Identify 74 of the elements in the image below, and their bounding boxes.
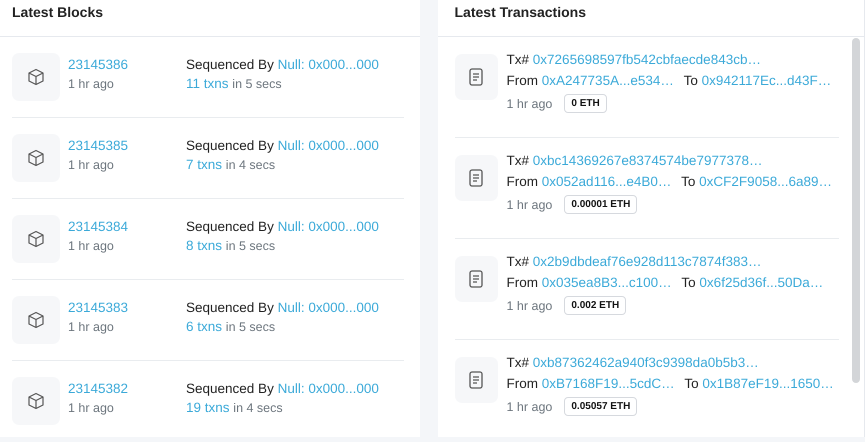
from-label: From: [506, 174, 538, 189]
document-icon: [469, 68, 483, 86]
tx-age: 1 hr ago: [506, 198, 552, 212]
txns-link[interactable]: 7 txns: [186, 157, 222, 172]
block-number-link[interactable]: 23145384: [68, 219, 186, 234]
block-number-link[interactable]: 23145382: [68, 381, 186, 396]
document-icon: [469, 169, 483, 187]
block-age: 1 hr ago: [68, 320, 115, 334]
tx-label: Tx#: [506, 254, 530, 269]
value-badge: 0.002 ETH: [564, 296, 626, 315]
value-badge: 0.05057 ETH: [564, 397, 638, 416]
from-label: From: [506, 275, 538, 290]
sequencer-link[interactable]: Null: 0x000...000: [278, 381, 379, 396]
to-label: To: [684, 376, 699, 391]
block-age: 1 hr ago: [68, 239, 115, 253]
block-number-link[interactable]: 23145385: [68, 138, 186, 153]
to-address-link[interactable]: 0xCF2F9058...6a89…: [699, 174, 832, 189]
cube-icon: [27, 311, 45, 329]
sequencer-link[interactable]: Null: 0x000...000: [278, 300, 379, 315]
sequencer-link[interactable]: Null: 0x000...000: [278, 219, 379, 234]
document-icon: [469, 270, 483, 288]
block-age: 1 hr ago: [68, 401, 115, 415]
block-age: 1 hr ago: [68, 77, 115, 91]
cube-icon: [27, 230, 45, 248]
txns-link[interactable]: 11 txns: [186, 76, 229, 91]
from-label: From: [506, 376, 538, 391]
tx-hash-link[interactable]: 0x2b9dbdeaf76e928d113c7874f383…: [532, 254, 762, 269]
from-address-link[interactable]: 0x052ad116...e4B0…: [542, 174, 672, 189]
from-address-link[interactable]: 0xB7168F19...5cdC…: [542, 376, 675, 391]
block-duration: in 5 secs: [232, 77, 282, 91]
sequencer-link[interactable]: Null: 0x000...000: [278, 57, 379, 72]
tx-age: 1 hr ago: [506, 400, 552, 414]
document-icon: [469, 371, 483, 389]
sequencer-link[interactable]: Null: 0x000...000: [278, 138, 379, 153]
from-address-link[interactable]: 0xA247735A...e534…: [542, 73, 674, 88]
block-duration: in 4 secs: [233, 401, 283, 415]
tx-hash-link[interactable]: 0xbc14369267e8374574be7977378…: [532, 153, 762, 168]
sequenced-by-label: Sequenced By: [186, 138, 274, 153]
to-label: To: [681, 275, 696, 290]
cube-icon: [27, 392, 45, 410]
cube-icon: [27, 68, 45, 86]
scrollbar[interactable]: [852, 38, 860, 383]
card-title: Latest Blocks: [12, 4, 104, 20]
to-label: To: [684, 73, 698, 88]
block-duration: in 5 secs: [226, 239, 276, 253]
to-label: To: [681, 174, 696, 189]
block-number-link[interactable]: 23145383: [68, 300, 186, 315]
txns-link[interactable]: 8 txns: [186, 238, 222, 253]
sequenced-by-label: Sequenced By: [186, 381, 274, 396]
tx-hash-link[interactable]: 0x7265698597fb542cbfaecde843cb…: [532, 52, 761, 67]
value-badge: 0 ETH: [564, 94, 607, 113]
txns-link[interactable]: 19 txns: [186, 400, 230, 415]
card-title: Latest Transactions: [454, 4, 586, 20]
sequenced-by-label: Sequenced By: [186, 57, 274, 72]
from-label: From: [506, 73, 538, 88]
tx-label: Tx#: [506, 52, 530, 67]
sequenced-by-label: Sequenced By: [186, 300, 274, 315]
tx-hash-link[interactable]: 0xb87362462a940f3c9398da0b5b3…: [532, 355, 759, 370]
tx-label: Tx#: [506, 153, 530, 168]
sequenced-by-label: Sequenced By: [186, 219, 274, 234]
block-duration: in 5 secs: [226, 320, 276, 334]
block-number-link[interactable]: 23145386: [68, 57, 186, 72]
to-address-link[interactable]: 0x1B87eF19...1650…: [702, 376, 834, 391]
tx-age: 1 hr ago: [506, 298, 552, 312]
cube-icon: [27, 149, 45, 167]
from-address-link[interactable]: 0x035ea8B3...c100…: [542, 275, 672, 290]
txns-link[interactable]: 6 txns: [186, 319, 222, 334]
tx-label: Tx#: [506, 355, 530, 370]
value-badge: 0.00001 ETH: [564, 195, 638, 214]
to-address-link[interactable]: 0x942117Ec...d43F…: [702, 73, 832, 88]
to-address-link[interactable]: 0x6f25d36f...50Da…: [699, 275, 824, 290]
block-age: 1 hr ago: [68, 158, 115, 172]
block-duration: in 4 secs: [226, 158, 276, 172]
tx-age: 1 hr ago: [506, 96, 552, 110]
